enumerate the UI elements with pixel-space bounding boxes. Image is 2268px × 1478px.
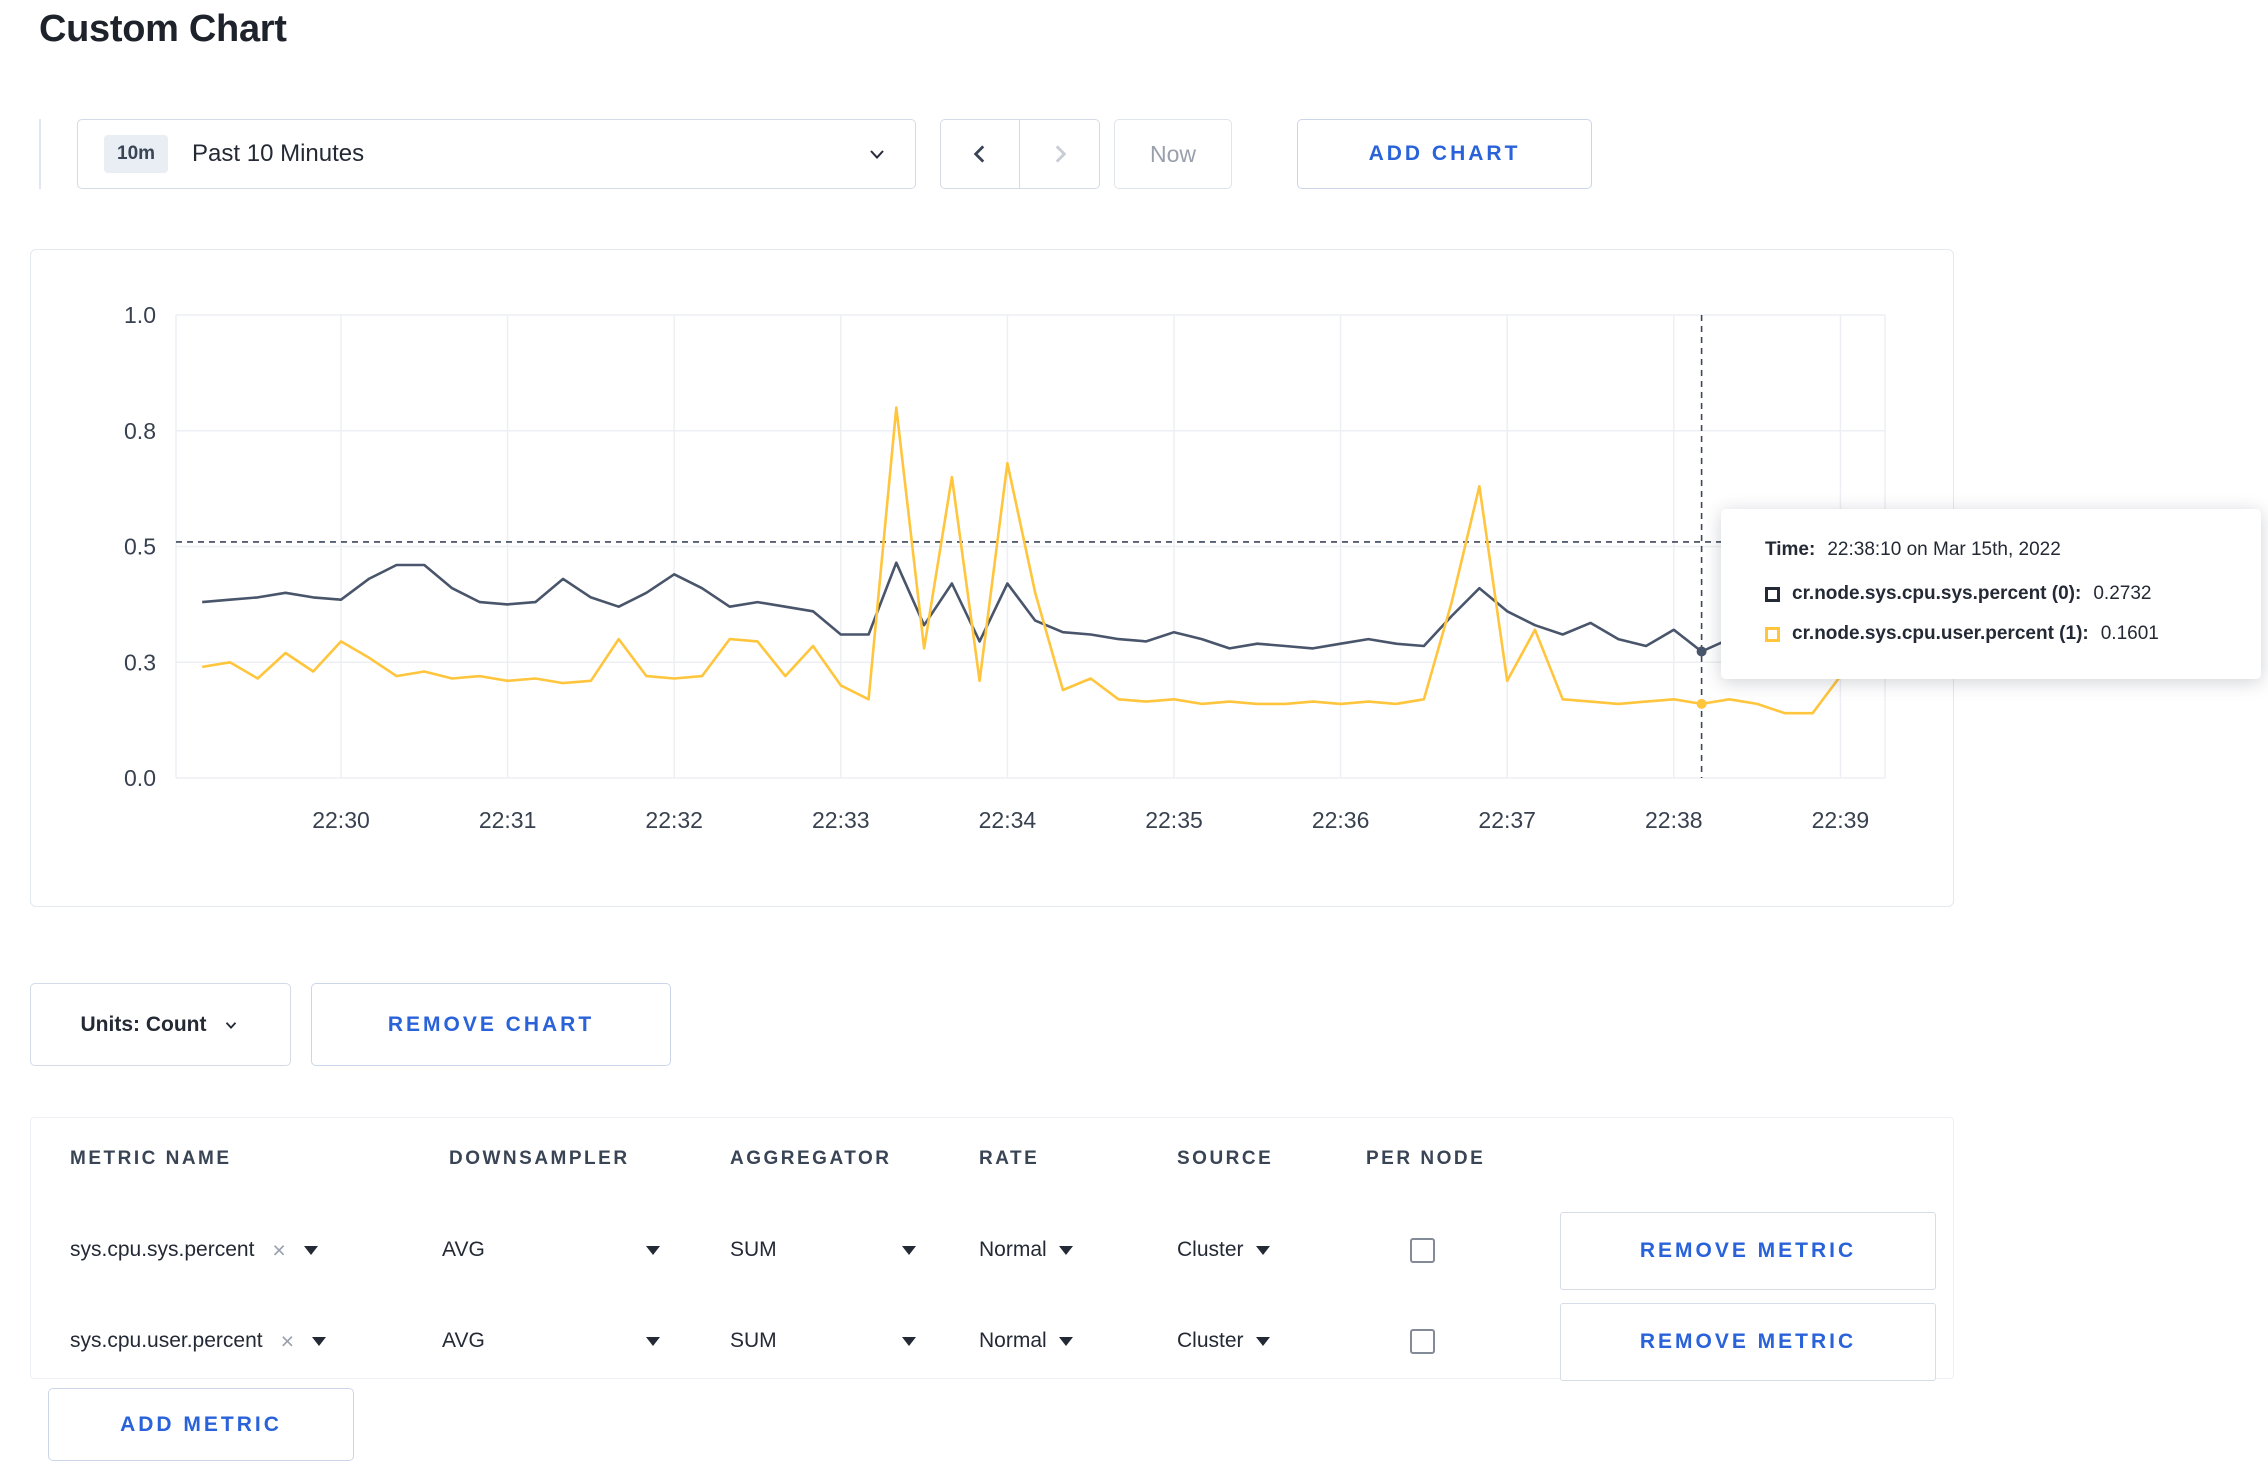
source-value: Cluster — [1177, 1329, 1244, 1352]
caret-down-icon — [1058, 1245, 1073, 1255]
col-header-aggregator: AGGREGATOR — [730, 1148, 892, 1169]
rate-select[interactable]: Normal — [979, 1204, 1073, 1296]
svg-text:22:36: 22:36 — [1312, 807, 1370, 833]
source-select[interactable]: Cluster — [1177, 1204, 1270, 1296]
chart-tooltip: Time: 22:38:10 on Mar 15th, 2022 cr.node.… — [1721, 509, 2261, 679]
svg-text:22:35: 22:35 — [1145, 807, 1203, 833]
svg-text:22:34: 22:34 — [979, 807, 1037, 833]
caret-down-icon — [312, 1336, 327, 1346]
svg-text:0.0: 0.0 — [124, 765, 156, 791]
add-metric-button[interactable]: ADD METRIC — [48, 1388, 354, 1461]
tooltip-series-value: 0.1601 — [2100, 623, 2159, 644]
col-header-downsampler: DOWNSAMPLER — [449, 1148, 630, 1169]
series-user-swatch-icon — [1765, 626, 1780, 642]
rate-value: Normal — [979, 1329, 1047, 1352]
caret-down-icon — [902, 1245, 916, 1255]
caret-down-icon — [1255, 1245, 1270, 1255]
aggregator-select[interactable]: SUM — [730, 1295, 916, 1387]
downsampler-value: AVG — [442, 1329, 485, 1352]
aggregator-select[interactable]: SUM — [730, 1204, 916, 1296]
chevron-right-icon — [1055, 145, 1066, 163]
page-title: Custom Chart — [39, 8, 287, 50]
caret-down-icon — [646, 1245, 660, 1255]
add-chart-button[interactable]: ADD CHART — [1297, 119, 1592, 189]
aggregator-value: SUM — [730, 1329, 777, 1352]
tooltip-series-name: cr.node.sys.cpu.user.percent (1): — [1792, 623, 2089, 644]
timeframe-badge: 10m — [104, 135, 169, 173]
rate-select[interactable]: Normal — [979, 1295, 1073, 1387]
remove-metric-button[interactable]: REMOVE METRIC — [1560, 1303, 1936, 1381]
per-node-checkbox[interactable] — [1410, 1237, 1435, 1263]
per-node-cell — [1410, 1295, 1435, 1387]
time-pager — [940, 119, 1100, 189]
per-node-checkbox[interactable] — [1410, 1328, 1435, 1354]
tooltip-series-row: cr.node.sys.cpu.user.percent (1): 0.1601 — [1765, 623, 2241, 645]
chevron-down-icon — [870, 150, 884, 159]
svg-text:0.5: 0.5 — [124, 534, 156, 560]
svg-text:22:33: 22:33 — [812, 807, 870, 833]
metric-name-value: sys.cpu.sys.percent — [70, 1238, 255, 1261]
rate-value: Normal — [979, 1238, 1047, 1261]
metrics-table: METRIC NAME DOWNSAMPLER AGGREGATOR RATE … — [30, 1117, 1954, 1381]
tooltip-series-value: 0.2732 — [2093, 583, 2152, 604]
svg-text:0.3: 0.3 — [124, 649, 156, 675]
caret-down-icon — [902, 1336, 916, 1346]
metric-name-value: sys.cpu.user.percent — [70, 1329, 263, 1352]
remove-chart-button[interactable]: REMOVE CHART — [311, 983, 671, 1066]
units-label: Units: Count — [80, 1012, 207, 1036]
svg-text:22:37: 22:37 — [1478, 807, 1536, 833]
svg-text:22:32: 22:32 — [645, 807, 703, 833]
now-button[interactable]: Now — [1114, 119, 1232, 189]
units-dropdown[interactable]: Units: Count — [30, 983, 291, 1066]
tooltip-time-label: Time: — [1765, 539, 1816, 560]
toolbar-divider — [39, 119, 41, 189]
chart-canvas[interactable]: 0.0 0.3 0.5 0.8 1.0 22:30 22:31 22:32 22:33 22:34… — [31, 250, 1955, 908]
tooltip-time: Time: 22:38:10 on Mar 15th, 2022 — [1765, 539, 2241, 561]
svg-text:22:31: 22:31 — [479, 807, 537, 833]
next-time-button[interactable] — [1020, 119, 1100, 189]
remove-metric-button[interactable]: REMOVE METRIC — [1560, 1212, 1936, 1290]
svg-text:0.8: 0.8 — [124, 418, 156, 444]
per-node-cell — [1410, 1204, 1435, 1296]
caret-down-icon — [1058, 1336, 1073, 1346]
series-sys-swatch-icon — [1765, 586, 1780, 602]
chart-panel: 0.0 0.3 0.5 0.8 1.0 22:30 22:31 22:32 22:33 22:34… — [30, 249, 1954, 907]
aggregator-value: SUM — [730, 1238, 777, 1261]
caret-down-icon — [646, 1336, 660, 1346]
metric-row: sys.cpu.sys.percent × AVG SUM Normal Clu… — [31, 1204, 1953, 1296]
clear-metric-icon[interactable]: × — [272, 1237, 285, 1264]
svg-text:22:39: 22:39 — [1812, 807, 1870, 833]
tooltip-series-row: cr.node.sys.cpu.sys.percent (0): 0.2732 — [1765, 583, 2241, 605]
downsampler-select[interactable]: AVG — [442, 1204, 660, 1296]
metric-name-select[interactable]: sys.cpu.user.percent × — [70, 1295, 327, 1387]
timeframe-dropdown[interactable]: 10m Past 10 Minutes — [77, 119, 916, 189]
caret-down-icon — [303, 1245, 318, 1255]
downsampler-select[interactable]: AVG — [442, 1295, 660, 1387]
prev-time-button[interactable] — [940, 119, 1020, 189]
source-value: Cluster — [1177, 1238, 1244, 1261]
metric-row: sys.cpu.user.percent × AVG SUM Normal Cl… — [31, 1295, 1953, 1387]
clear-metric-icon[interactable]: × — [281, 1328, 294, 1355]
col-header-per-node: PER NODE — [1366, 1148, 1486, 1169]
tooltip-time-value: 22:38:10 on Mar 15th, 2022 — [1827, 539, 2061, 560]
svg-text:22:30: 22:30 — [312, 807, 370, 833]
svg-text:1.0: 1.0 — [124, 302, 156, 328]
downsampler-value: AVG — [442, 1238, 485, 1261]
caret-down-icon — [1255, 1336, 1270, 1346]
metric-name-select[interactable]: sys.cpu.sys.percent × — [70, 1204, 318, 1296]
chevron-down-icon — [226, 1021, 237, 1029]
source-select[interactable]: Cluster — [1177, 1295, 1270, 1387]
timeframe-label: Past 10 Minutes — [192, 140, 365, 167]
chevron-left-icon — [973, 145, 985, 163]
col-header-rate: RATE — [979, 1148, 1040, 1169]
custom-chart-page: Custom Chart 10m Past 10 Minutes Now ADD… — [0, 0, 2268, 1478]
col-header-metric-name: METRIC NAME — [70, 1148, 232, 1169]
svg-text:22:38: 22:38 — [1645, 807, 1703, 833]
col-header-source: SOURCE — [1177, 1148, 1274, 1169]
tooltip-series-name: cr.node.sys.cpu.sys.percent (0): — [1792, 583, 2082, 604]
